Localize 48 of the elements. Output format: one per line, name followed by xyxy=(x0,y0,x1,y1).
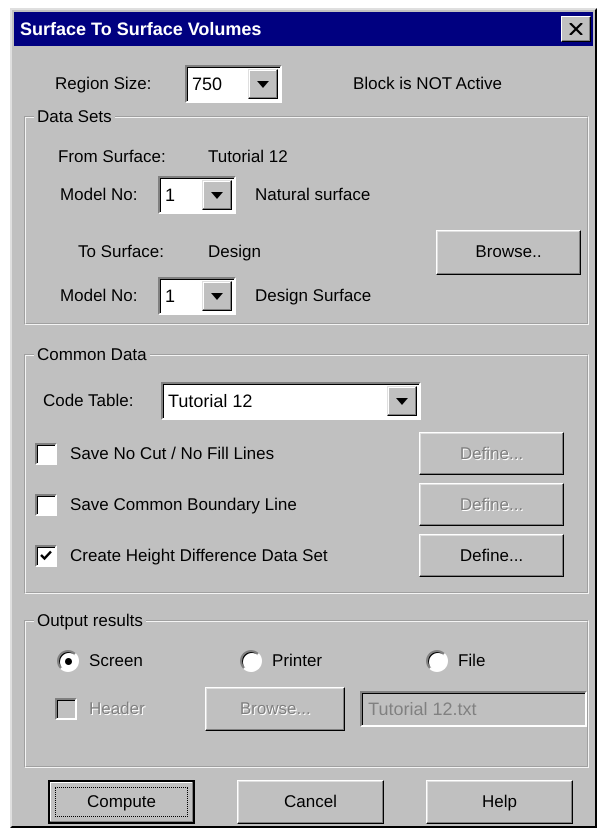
block-status-text: Block is NOT Active xyxy=(353,74,502,94)
checkbox[interactable] xyxy=(35,544,57,566)
window-title: Surface To Surface Volumes xyxy=(20,18,262,40)
dropdown-arrow-icon xyxy=(211,292,223,300)
checkbox-label: Save Common Boundary Line xyxy=(70,494,297,514)
dialog-button[interactable]: Cancel xyxy=(237,780,384,824)
dropdown-arrow-icon xyxy=(396,398,408,404)
radio-button[interactable] xyxy=(240,650,262,672)
dropdown-button[interactable] xyxy=(202,180,232,210)
dialog-button[interactable]: Compute xyxy=(48,780,195,824)
to-surface-label: To Surface: xyxy=(78,242,165,262)
close-button[interactable] xyxy=(561,16,591,42)
model-number-combo[interactable]: 1 xyxy=(158,176,236,214)
model-number-combo[interactable]: 1 xyxy=(158,277,236,315)
code-table-label: Code Table: xyxy=(43,391,134,411)
model-description: Design Surface xyxy=(255,286,372,306)
define-button[interactable]: Define... xyxy=(419,534,564,577)
radio-label[interactable]: Printer xyxy=(272,651,322,671)
checkbox-label: Create Height Difference Data Set xyxy=(70,546,328,566)
radio-label[interactable]: File xyxy=(458,651,486,671)
dropdown-button[interactable] xyxy=(202,281,232,311)
model-number-label: Model No: xyxy=(60,185,138,205)
checkbox-label: Save No Cut / No Fill Lines xyxy=(70,444,274,464)
check-icon xyxy=(40,550,52,561)
group-title: Data Sets xyxy=(36,107,113,127)
close-icon xyxy=(569,23,583,35)
checkbox-label: Header xyxy=(89,699,145,719)
radio-button[interactable] xyxy=(57,650,79,672)
dropdown-button[interactable] xyxy=(387,386,417,416)
dropdown-button[interactable] xyxy=(248,69,278,99)
code-table-combo[interactable]: Tutorial 12 xyxy=(161,382,421,420)
radio-button[interactable] xyxy=(426,650,448,672)
model-number-label: Model No: xyxy=(60,286,138,306)
radio-label[interactable]: Screen xyxy=(89,651,143,671)
region-size-label: Region Size: xyxy=(55,74,152,94)
group-title: Output results xyxy=(36,611,144,631)
browse-button[interactable]: Browse.. xyxy=(436,230,581,274)
dropdown-arrow-icon xyxy=(211,192,223,198)
checkbox[interactable] xyxy=(35,494,57,516)
group-title: Common Data xyxy=(36,345,148,365)
checkbox[interactable] xyxy=(35,442,57,464)
dialog-button[interactable]: Help xyxy=(426,780,573,824)
dropdown-arrow-icon xyxy=(257,80,269,88)
model-description: Natural surface xyxy=(255,185,370,205)
from-surface-value: Tutorial 12 xyxy=(208,147,288,167)
to-surface-value: Design xyxy=(208,242,261,262)
region-size-combo[interactable]: 750 xyxy=(185,65,282,103)
from-surface-label: From Surface: xyxy=(58,147,167,167)
